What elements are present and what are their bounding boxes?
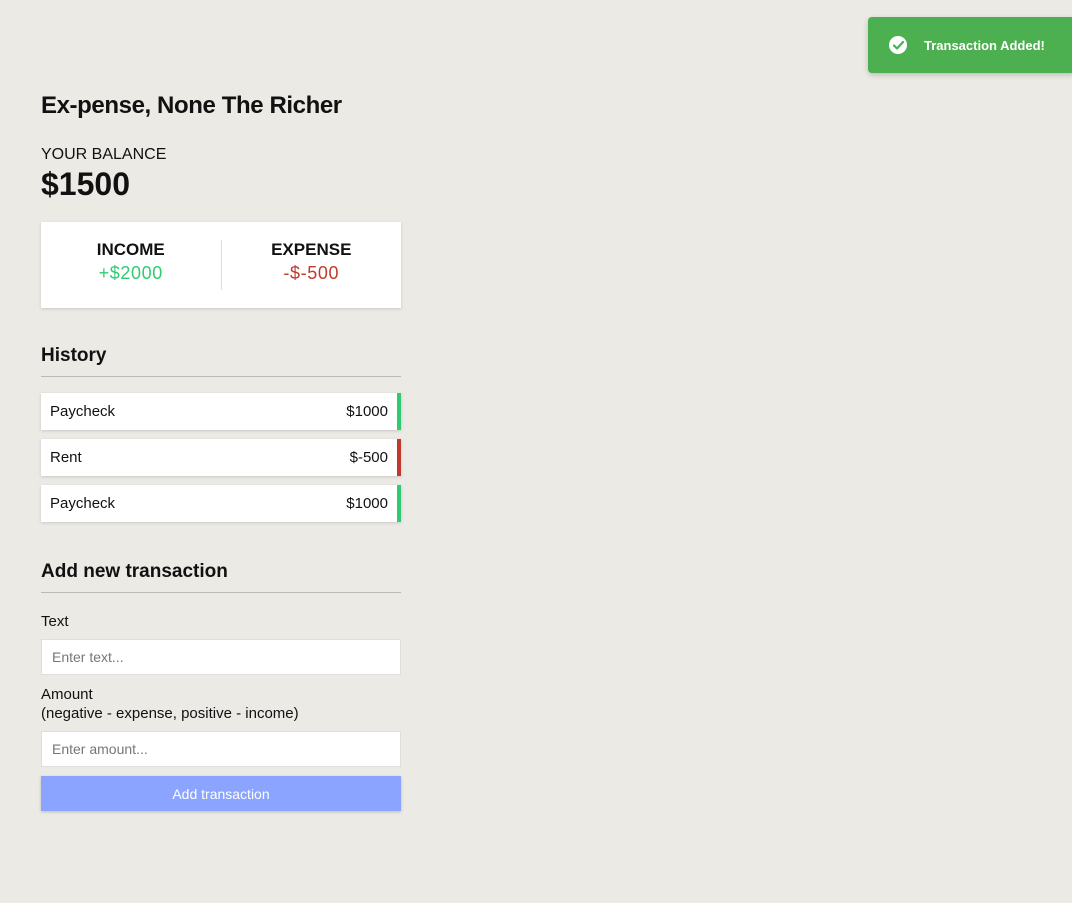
income-expense-summary: INCOME +$2000 EXPENSE -$-500 <box>41 222 401 308</box>
list-item-text: Paycheck <box>50 495 116 512</box>
history-title: History <box>41 344 401 377</box>
text-label: Text <box>41 613 69 630</box>
balance-label: YOUR BALANCE <box>41 146 167 163</box>
add-transaction-button[interactable]: Add transaction <box>41 776 401 811</box>
list-item-text: Paycheck <box>50 403 116 420</box>
list-item-amount: $-500 <box>349 449 388 466</box>
expense-tracker: Ex-pense, None The Richer YOUR BALANCE $… <box>41 88 401 811</box>
check-circle-icon <box>889 36 907 54</box>
income-label: INCOME <box>96 240 165 259</box>
app-title: Ex-pense, None The Richer <box>41 92 342 119</box>
list-item[interactable]: Paycheck $1000 <box>41 393 401 430</box>
list-item-amount: $1000 <box>346 495 388 512</box>
history-list: Paycheck $1000 Rent $-500 Paycheck $1000 <box>41 393 401 522</box>
list-item[interactable]: Rent $-500 <box>41 439 401 476</box>
list-item-amount: $1000 <box>346 403 388 420</box>
expense-column: EXPENSE -$-500 <box>220 240 402 290</box>
income-column: INCOME +$2000 <box>41 240 221 290</box>
amount-label-text: Amount <box>41 686 93 703</box>
balance-value: $1500 <box>41 166 130 202</box>
amount-label: Amount (negative - expense, positive - i… <box>41 685 401 723</box>
toast-notification[interactable]: Transaction Added! <box>868 17 1072 73</box>
expense-value: -$-500 <box>283 263 340 283</box>
amount-input[interactable] <box>41 731 401 767</box>
add-transaction-title: Add new transaction <box>41 560 401 593</box>
expense-label: EXPENSE <box>271 240 352 259</box>
list-item[interactable]: Paycheck $1000 <box>41 485 401 522</box>
list-item-text: Rent <box>50 449 82 466</box>
toast-message: Transaction Added! <box>924 37 1045 53</box>
text-input[interactable] <box>41 639 401 675</box>
amount-hint: (negative - expense, positive - income) <box>41 705 299 722</box>
income-value: +$2000 <box>98 263 163 283</box>
add-transaction-form: Text Amount (negative - expense, positiv… <box>41 612 401 811</box>
